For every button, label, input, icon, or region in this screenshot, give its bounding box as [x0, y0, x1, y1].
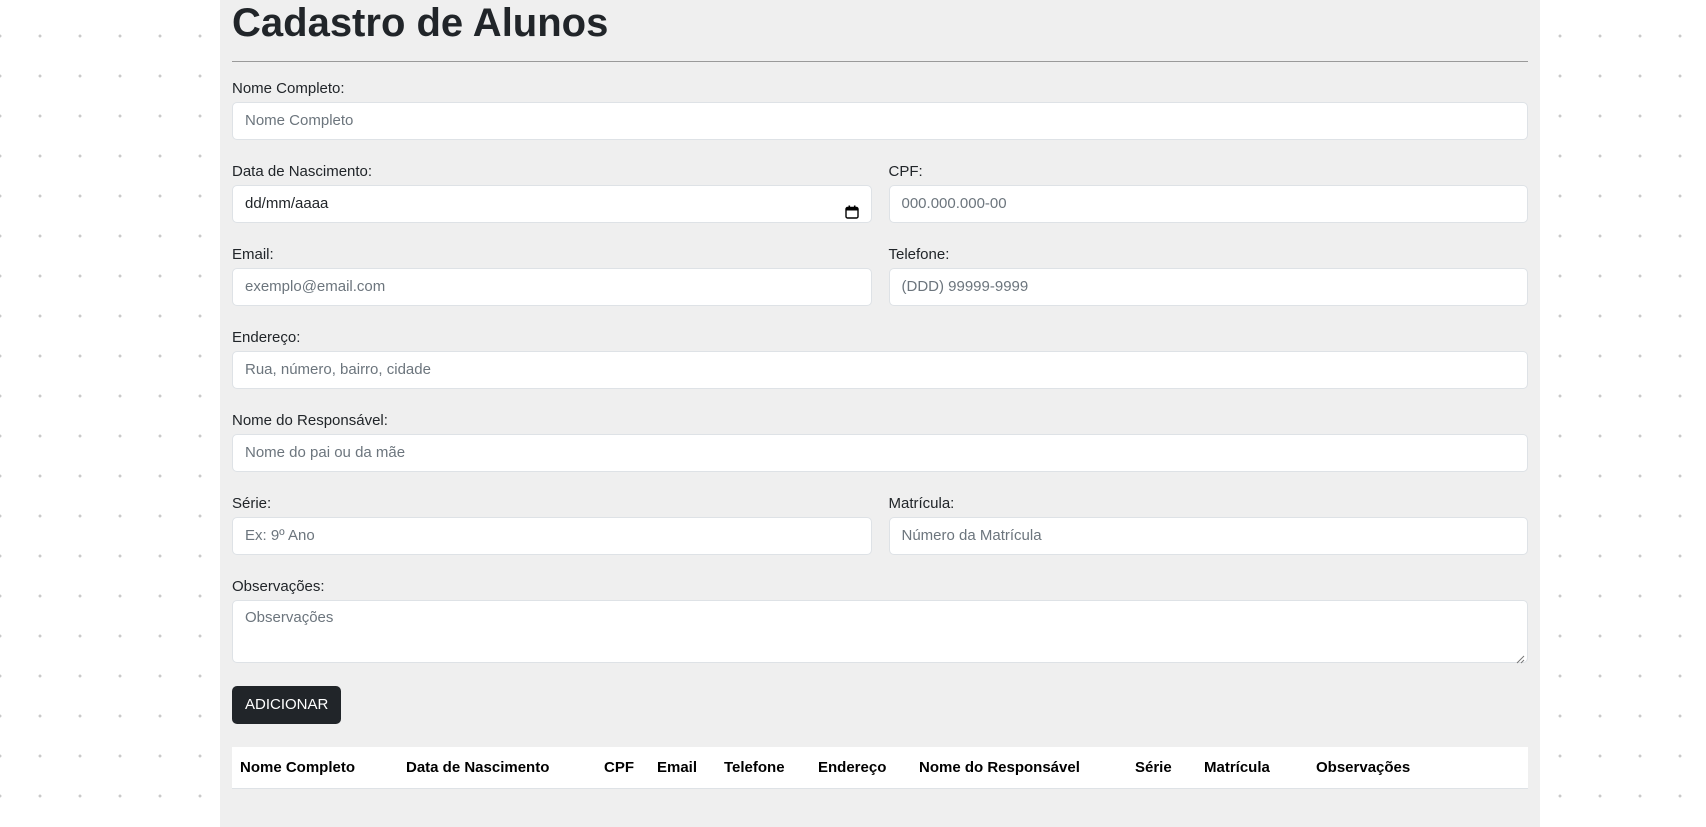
- students-table: Nome Completo Data de Nascimento CPF Ema…: [232, 747, 1528, 789]
- email-label: Email:: [232, 246, 274, 263]
- nascimento-placeholder: dd/mm/aaaa: [245, 195, 329, 212]
- column-header: Matrícula: [1196, 747, 1308, 789]
- field-nascimento: Data de Nascimento: dd/mm/aaaa: [232, 163, 872, 223]
- nascimento-label: Data de Nascimento:: [232, 163, 373, 180]
- page-title: Cadastro de Alunos: [232, 1, 609, 45]
- students-table-grid: Nome Completo Data de Nascimento CPF Ema…: [232, 747, 1528, 789]
- responsavel-label: Nome do Responsável:: [232, 412, 388, 429]
- column-header: Série: [1127, 747, 1196, 789]
- title-divider: [232, 61, 1528, 62]
- field-responsavel: Nome do Responsável: Nome do pai ou da m…: [232, 412, 1528, 472]
- field-matricula: Matrícula: Número da Matrícula: [888, 495, 1528, 555]
- observacoes-label: Observações:: [232, 578, 325, 595]
- field-cpf: CPF: 000.000.000-00: [888, 163, 1528, 223]
- field-serie: Série: Ex: 9º Ano: [232, 495, 872, 555]
- matricula-input[interactable]: Número da Matrícula: [888, 517, 1528, 555]
- serie-input[interactable]: Ex: 9º Ano: [232, 517, 872, 555]
- responsavel-input[interactable]: Nome do pai ou da mãe: [232, 434, 1528, 472]
- row-serie-matricula: Série: Ex: 9º Ano Matrícula: Número da M…: [232, 495, 1528, 555]
- nome-input[interactable]: Nome Completo: [232, 102, 1528, 140]
- endereco-label: Endereço:: [232, 329, 301, 346]
- matricula-label: Matrícula:: [888, 495, 955, 512]
- row-nome: Nome Completo: Nome Completo: [232, 80, 1528, 140]
- endereco-input[interactable]: Rua, número, bairro, cidade: [232, 351, 1528, 389]
- field-nome: Nome Completo: Nome Completo: [232, 80, 1528, 140]
- row-responsavel: Nome do Responsável: Nome do pai ou da m…: [232, 412, 1528, 472]
- column-header: Nome do Responsável: [911, 747, 1127, 789]
- serie-label: Série:: [232, 495, 272, 512]
- column-header: Data de Nascimento: [398, 747, 596, 789]
- email-input[interactable]: exemplo@email.com: [232, 268, 872, 306]
- field-telefone: Telefone: (DDD) 99999-9999: [888, 246, 1528, 306]
- observacoes-placeholder: Observações: [245, 609, 334, 626]
- telefone-input[interactable]: (DDD) 99999-9999: [888, 268, 1528, 306]
- column-header: Email: [649, 747, 716, 789]
- row-endereco: Endereço: Rua, número, bairro, cidade: [232, 329, 1528, 389]
- column-header: Endereço: [810, 747, 911, 789]
- page-container: Cadastro de Alunos Nome Completo: Nome C…: [220, 0, 1540, 827]
- form-container: Cadastro de Alunos Nome Completo: Nome C…: [232, 0, 1528, 789]
- observacoes-textarea[interactable]: Observações: [232, 600, 1528, 664]
- adicionar-button[interactable]: ADICIONAR: [232, 686, 342, 724]
- column-header: Observações: [1308, 747, 1528, 789]
- nome-label: Nome Completo:: [232, 80, 345, 97]
- row-email-telefone: Email: exemplo@email.com Telefone: (DDD)…: [232, 246, 1528, 306]
- cpf-label: CPF:: [888, 163, 923, 180]
- telefone-label: Telefone:: [888, 246, 950, 263]
- column-header: Telefone: [716, 747, 810, 789]
- column-header: Nome Completo: [232, 747, 398, 789]
- nascimento-input[interactable]: dd/mm/aaaa: [232, 185, 872, 223]
- cpf-input[interactable]: 000.000.000-00: [888, 185, 1528, 223]
- table-header-row: Nome Completo Data de Nascimento CPF Ema…: [232, 747, 1528, 789]
- field-email: Email: exemplo@email.com: [232, 246, 872, 306]
- resize-grip-icon[interactable]: [1516, 651, 1525, 664]
- row-nascimento-cpf: Data de Nascimento: dd/mm/aaaa CPF: 000.…: [232, 163, 1528, 223]
- calendar-icon[interactable]: [844, 197, 859, 219]
- field-endereco: Endereço: Rua, número, bairro, cidade: [232, 329, 1528, 389]
- column-header: CPF: [596, 747, 649, 789]
- row-observacoes: Observações: Observações: [232, 578, 1528, 664]
- field-observacoes: Observações: Observações: [232, 578, 1528, 664]
